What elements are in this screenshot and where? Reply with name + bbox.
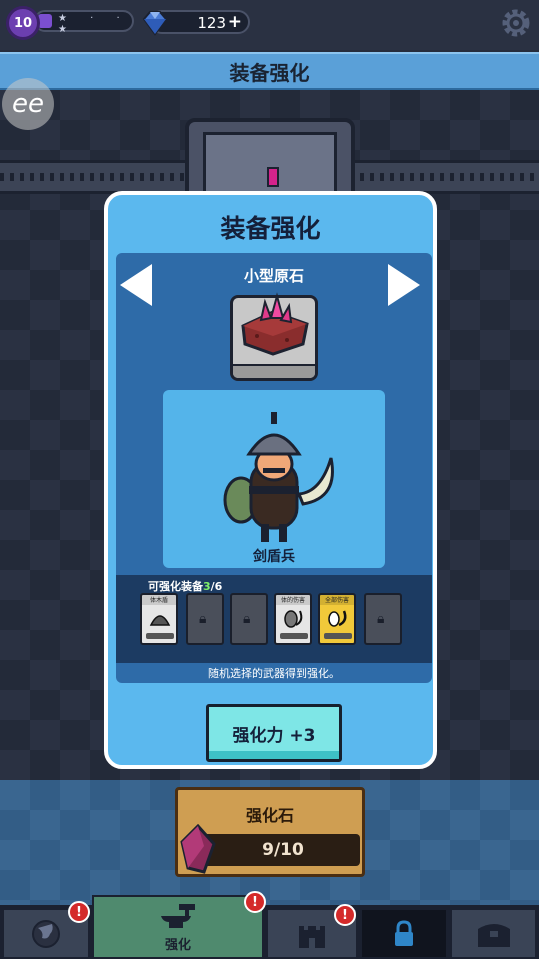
lock-icon: 🔒︎ <box>377 611 385 627</box>
notification-badge-castle: ! <box>334 904 356 926</box>
rail-right <box>350 160 539 194</box>
top-bar: ★ · · ★ 10 123 + <box>0 0 539 50</box>
nav-tab-locked[interactable] <box>360 908 448 959</box>
forge-machine <box>185 118 355 198</box>
page-title: 装备强化 <box>0 52 539 90</box>
nav-tab-chest[interactable] <box>450 908 537 959</box>
xp-bar: ★ · · ★ <box>34 10 134 35</box>
xp-stars: ★ · · ★ <box>58 13 130 35</box>
shield-icon <box>284 610 303 628</box>
gem-count: 123 <box>197 14 226 32</box>
equipment-note: 随机选择的武器得到强化。 <box>208 667 340 680</box>
nav-forge-label: 强化 <box>164 937 191 953</box>
upgrade-panel: 小型原石 剑盾兵 可强化装备3/6 体木盾 🔒︎ 🔒︎ 体的伤害 全部伤害 🔒︎… <box>116 253 432 683</box>
gear-icon[interactable] <box>499 6 533 40</box>
helmet-icon <box>149 615 171 626</box>
equipment-slot-2[interactable]: 🔒︎ <box>186 593 224 645</box>
equipment-label: 可强化装备3/6 <box>148 580 223 593</box>
rail-left <box>0 160 190 194</box>
sword-shield-soldier-icon <box>223 412 334 542</box>
arrow-left-icon[interactable] <box>118 262 154 308</box>
chest-icon <box>477 923 510 947</box>
notification-badge-world: ! <box>68 901 90 923</box>
crystal-icon <box>180 824 216 874</box>
dialog-title: 装备强化 <box>220 214 321 243</box>
sword-icon <box>328 610 347 627</box>
equipment-slot-3[interactable]: 🔒︎ <box>230 593 268 645</box>
lock-icon <box>395 919 413 946</box>
ore-stone-icon <box>241 292 309 356</box>
upgrade-stone-title: 强化石 <box>245 806 294 825</box>
arrow-right-icon[interactable] <box>386 262 422 308</box>
character-name: 剑盾兵 <box>253 549 295 565</box>
stone-name: 小型原石 <box>243 267 304 285</box>
character-card: 剑盾兵 <box>163 390 385 568</box>
diamond-icon <box>142 11 168 36</box>
equipment-slot-6[interactable]: 🔒︎ <box>364 593 402 645</box>
xp-fill <box>38 14 52 28</box>
level-badge[interactable]: 10 <box>6 6 40 40</box>
overlay-ee-button[interactable]: ee <box>2 78 54 130</box>
equipment-slot-1[interactable]: 体木盾 <box>140 593 178 645</box>
notification-badge-forge: ! <box>244 891 266 913</box>
upgrade-stone-panel[interactable]: 强化石 9/10 <box>175 787 365 877</box>
lock-icon: 🔒︎ <box>199 611 207 627</box>
globe-icon <box>32 919 60 948</box>
lock-icon: 🔒︎ <box>243 611 251 627</box>
stone-item <box>230 292 318 381</box>
castle-icon <box>299 925 325 948</box>
equipment-strip: 可强化装备3/6 体木盾 🔒︎ 🔒︎ 体的伤害 全部伤害 🔒︎ <box>116 575 432 663</box>
anvil-hammer-icon <box>161 903 195 928</box>
gem-bar[interactable]: 123 + <box>142 10 250 36</box>
upgrade-power-button[interactable]: 强化力 +3 <box>206 704 342 762</box>
nav-tab-forge[interactable]: 强化 <box>92 895 264 959</box>
gem-plus-button[interactable]: + <box>228 12 242 32</box>
equipment-slot-5[interactable]: 全部伤害 <box>318 593 356 645</box>
upgrade-power-label: 强化力 +3 <box>232 725 316 746</box>
equipment-slot-4[interactable]: 体的伤害 <box>274 593 312 645</box>
